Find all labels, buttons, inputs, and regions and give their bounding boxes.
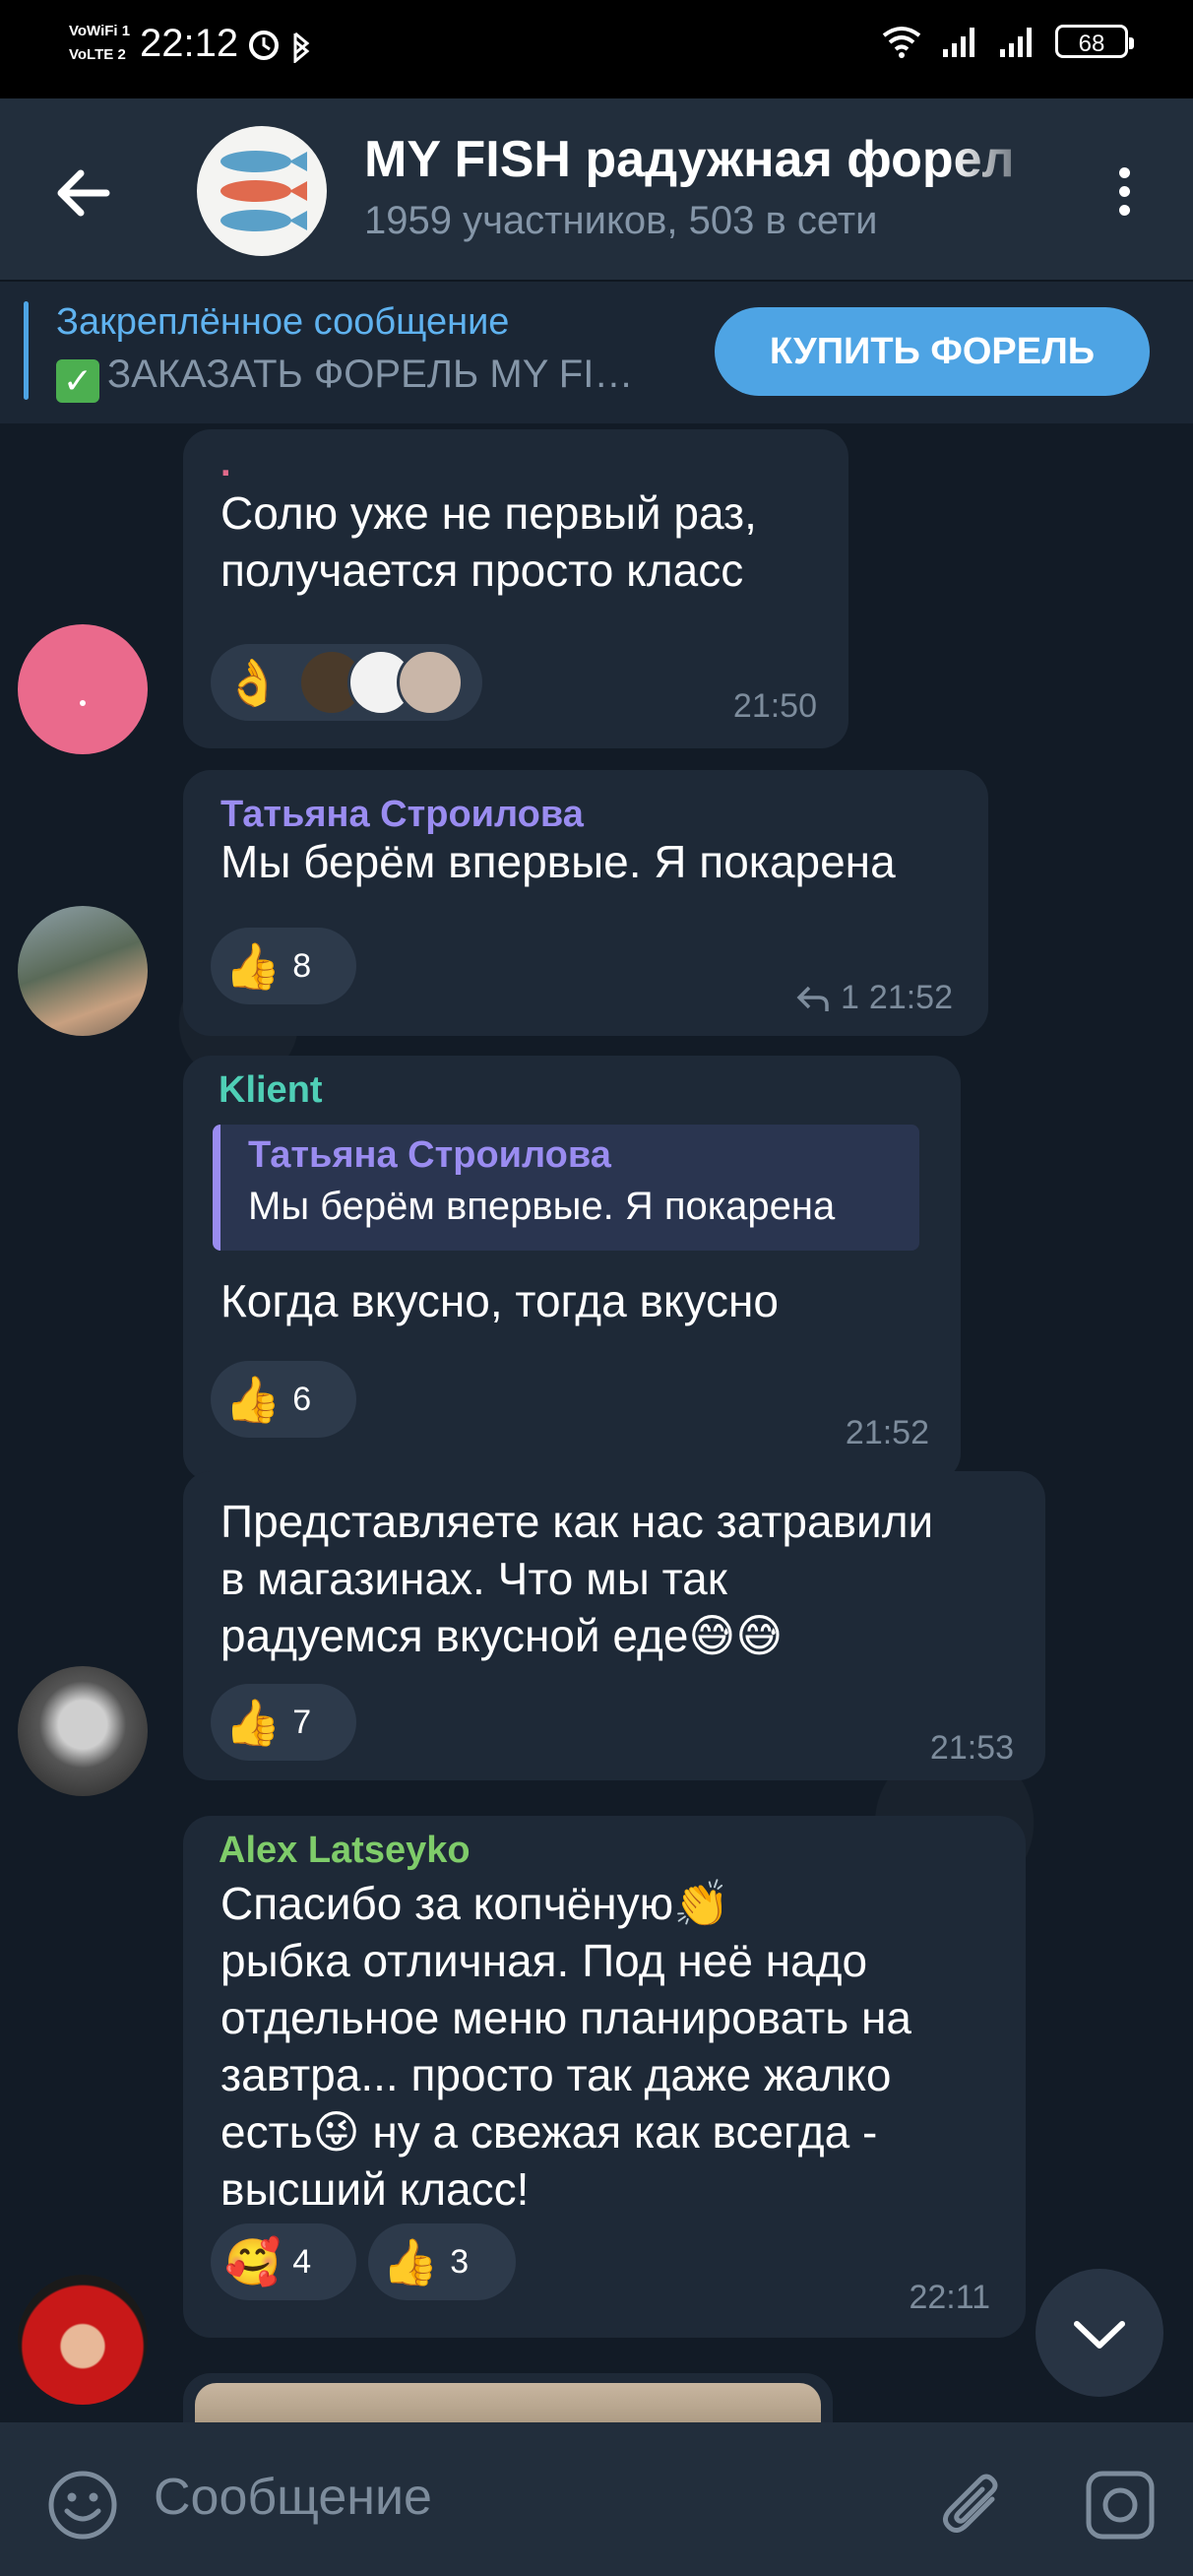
buy-trout-button[interactable]: КУПИТЬ ФОРЕЛЬ (715, 307, 1150, 396)
quoted-reply[interactable]: Татьяна Строилова Мы берём впервые. Я по… (213, 1125, 919, 1251)
image-thumbnail[interactable] (195, 2383, 821, 2422)
pinned-message-bar[interactable]: Закреплённое сообщение ✓ ЗАКАЗАТЬ ФОРЕЛЬ … (0, 280, 1193, 425)
message-input-bar: Сообщение (0, 2422, 1193, 2576)
group-avatar[interactable] (197, 126, 327, 256)
image-message[interactable] (183, 2373, 833, 2422)
message-time: 21:52 (845, 1414, 929, 1451)
clock: 22:12 (140, 22, 239, 65)
quoted-text: Мы берём впервые. Я покарена (248, 1185, 836, 1228)
reaction-chip[interactable]: 👍 8 (211, 928, 356, 1004)
reaction-chip[interactable]: 👌 (211, 644, 482, 721)
message-text: Спасибо за копчёную👏 рыбка отличная. Под… (220, 1878, 911, 2215)
message-meta: 1 21:52 (795, 979, 953, 1017)
check-mark-icon: ✓ (56, 359, 99, 403)
thumbs-up-emoji: 👍 (224, 1374, 282, 1425)
sender-name[interactable]: Klient (219, 1069, 323, 1112)
member-count: 1959 участников, 503 в сети (364, 199, 878, 242)
message-input[interactable]: Сообщение (154, 2468, 432, 2527)
pinned-title: Закреплённое сообщение (56, 301, 510, 343)
pinned-indicator (24, 301, 29, 400)
reaction-count: 6 (292, 1380, 312, 1418)
alarm-icon (249, 31, 310, 65)
message-time: 22:11 (909, 2279, 990, 2316)
message-bubble[interactable]: Alex Latseyko Спасибо за копчёную👏 рыбка… (183, 1816, 1026, 2338)
signal-icon-2 (1000, 28, 1032, 57)
reaction-count: 3 (450, 2242, 470, 2281)
message-text: Солю уже не первый раз, получается прост… (220, 487, 757, 596)
smiling-hearts-emoji: 🥰 (224, 2236, 282, 2287)
thumbs-up-emoji: 👍 (224, 940, 282, 992)
scroll-down-button[interactable] (1036, 2269, 1163, 2397)
wifi-icon (882, 27, 921, 58)
reaction-count: 8 (292, 946, 312, 985)
reaction-chip[interactable]: 👍 3 (368, 2223, 516, 2300)
alarm-bluetooth-icons (248, 28, 317, 68)
reaction-count: 4 (292, 2242, 312, 2281)
fish-logo-icon (220, 151, 307, 231)
avatar[interactable] (18, 906, 148, 1036)
status-bar: VoWiFi 1 VoLTE 2 22:12 68 (0, 0, 1193, 98)
reaction-chip[interactable]: 👍 7 (211, 1684, 356, 1761)
message-bubble[interactable]: Klient Татьяна Строилова Мы берём впервы… (183, 1056, 961, 1481)
reply-count: 1 (840, 979, 859, 1016)
dot-icon (1118, 186, 1130, 197)
reaction-count: 7 (292, 1703, 312, 1741)
system-icons: 68 (880, 24, 1134, 59)
thumbs-up-emoji: 👍 (224, 1697, 282, 1748)
message-text: Когда вкусно, тогда вкусно (220, 1275, 780, 1326)
thumbs-up-emoji: 👍 (382, 2236, 439, 2287)
avatar[interactable] (18, 624, 148, 754)
avatar[interactable] (18, 1666, 148, 1796)
message-bubble[interactable]: Представляете как нас затравили в магази… (183, 1471, 1045, 1780)
signal-icon (943, 28, 974, 57)
chevron-down-icon (1074, 2321, 1125, 2349)
message-time: 21:52 (868, 979, 953, 1016)
network-indicator: VoWiFi 1 VoLTE 2 (69, 23, 131, 63)
emoji-icon[interactable] (45, 2468, 120, 2543)
message-text: Мы берём впервые. Я покарена (220, 836, 896, 887)
dot-icon (1118, 205, 1130, 216)
message-text: Представляете как нас затравили в магази… (220, 1496, 934, 1661)
quoted-sender: Татьяна Строилова (248, 1134, 611, 1176)
message-time: 21:50 (732, 687, 817, 725)
message-bubble[interactable]: . Солю уже не первый раз, получается про… (183, 429, 848, 748)
chat-title[interactable]: MY FISH радужная форел (364, 130, 1053, 189)
chat-header: MY FISH радужная форел 1959 участников, … (0, 98, 1193, 280)
ok-hand-emoji: 👌 (224, 657, 282, 708)
reactor-avatar (397, 649, 465, 716)
reply-icon (796, 986, 829, 1011)
chat-area[interactable]: . Солю уже не первый раз, получается про… (0, 423, 1193, 2422)
attach-icon[interactable] (933, 2466, 1012, 2544)
sender-name[interactable]: Alex Latseyko (219, 1830, 471, 1872)
message-bubble[interactable]: Татьяна Строилова Мы берём впервые. Я по… (183, 770, 988, 1036)
back-button[interactable] (47, 154, 126, 232)
reaction-chip[interactable]: 👍 6 (211, 1361, 356, 1438)
battery-indicator: 68 (1055, 25, 1134, 58)
avatar[interactable] (18, 2275, 148, 2405)
dot-icon (1118, 167, 1130, 178)
camera-icon[interactable] (1081, 2466, 1160, 2544)
sender-name[interactable]: Татьяна Строилова (220, 794, 584, 836)
arrow-left-icon (57, 169, 110, 217)
more-menu-button[interactable] (1095, 160, 1154, 238)
reactor-avatars (298, 649, 465, 716)
sender-name[interactable]: . (220, 443, 231, 485)
reaction-chip[interactable]: 🥰 4 (211, 2223, 356, 2300)
pinned-text: ✓ ЗАКАЗАТЬ ФОРЕЛЬ MY FI… (56, 353, 686, 403)
message-time: 21:53 (929, 1729, 1014, 1767)
avatar-dot-icon (80, 700, 86, 706)
